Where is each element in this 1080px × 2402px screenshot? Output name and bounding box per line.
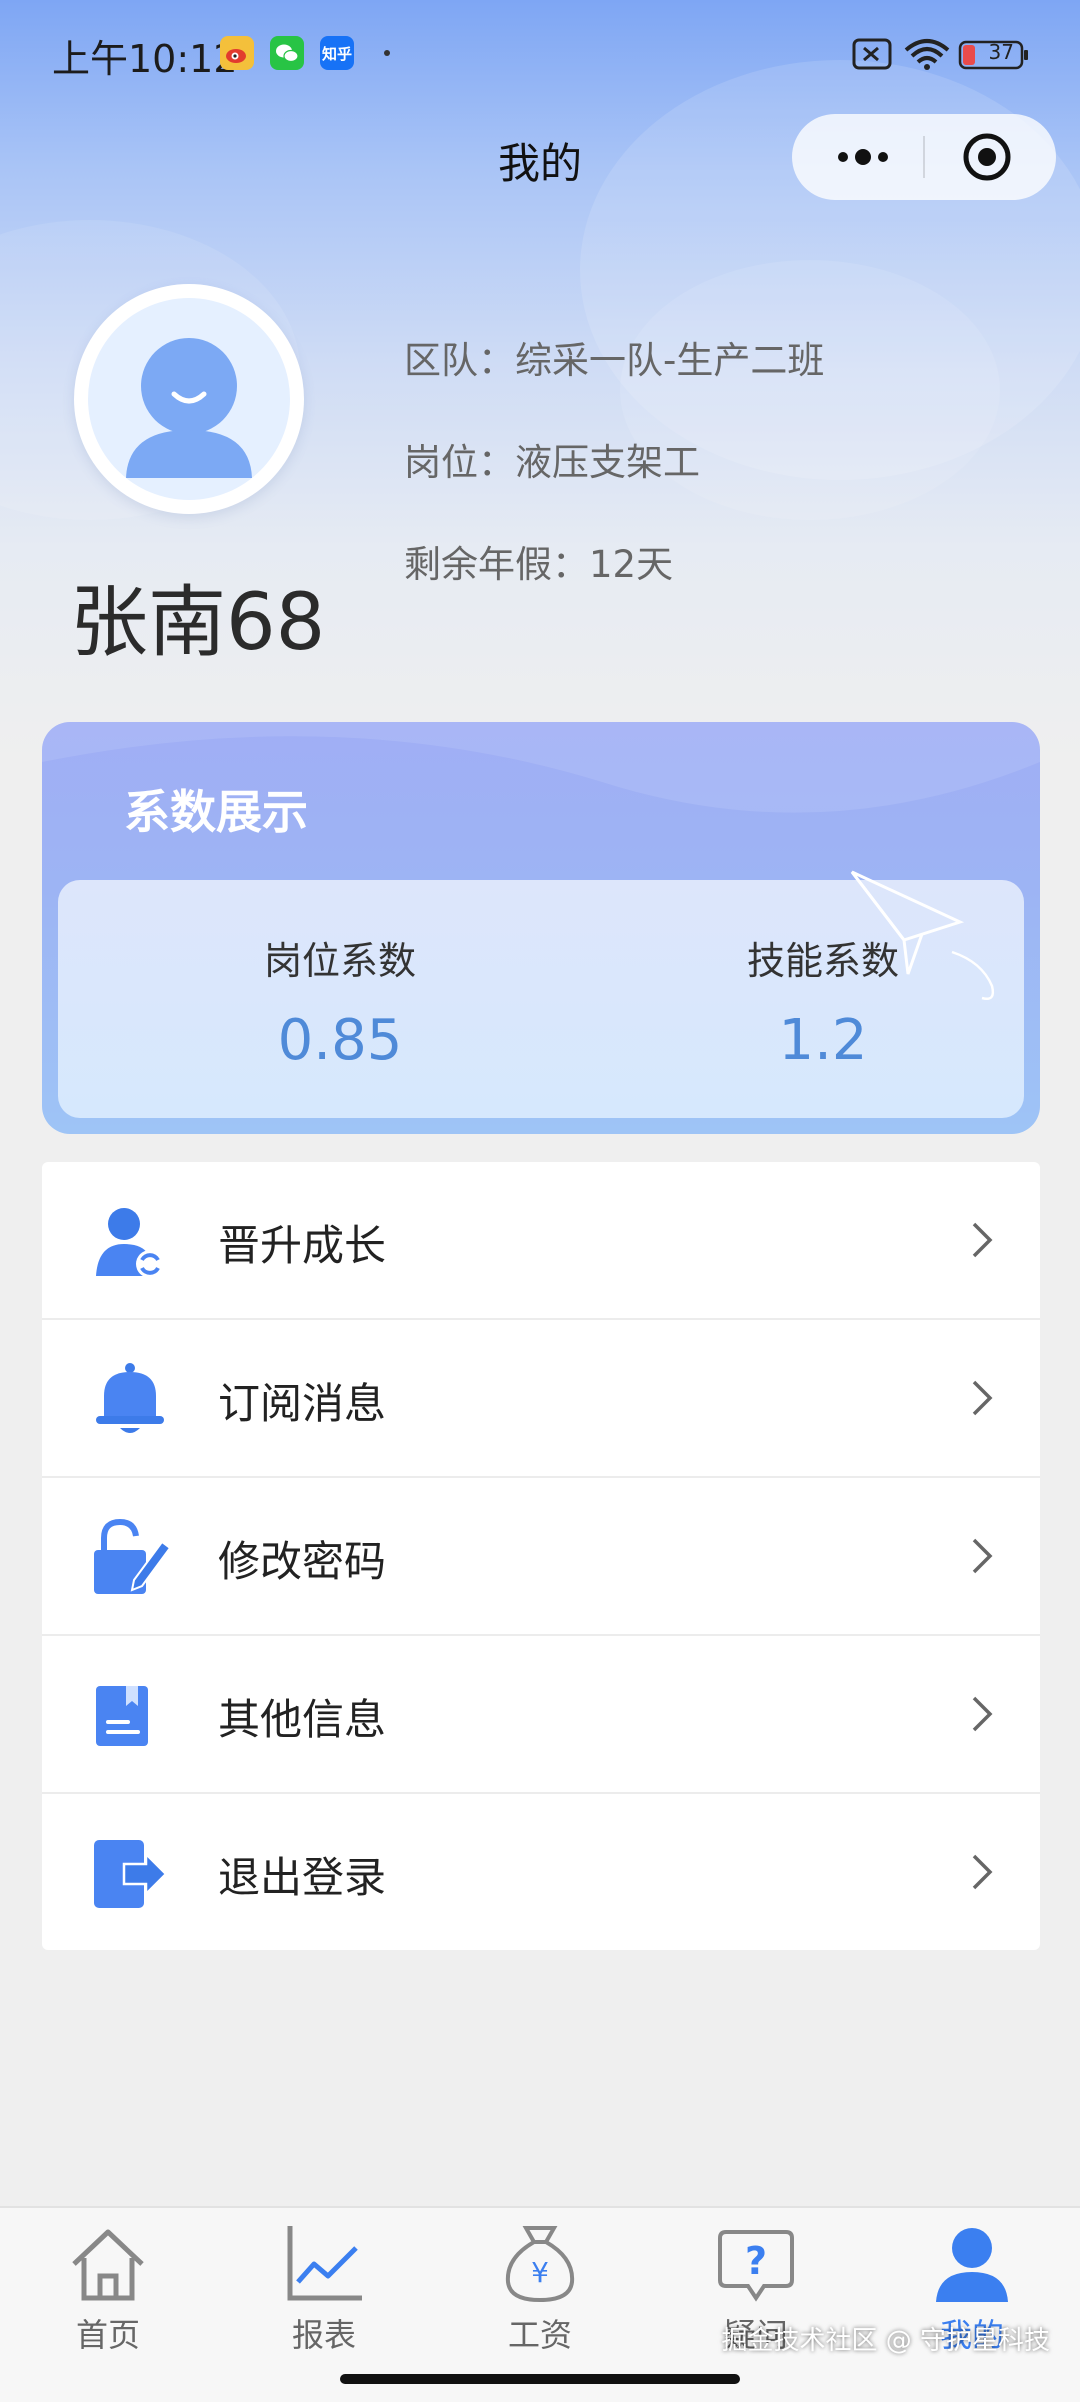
chevron-right-icon [972,1380,993,1416]
capsule-divider [923,136,925,178]
home-indicator[interactable] [340,2374,740,2384]
chevron-right-icon [972,1538,993,1574]
document-icon [96,1686,148,1746]
coefficient-card: 系数展示 岗位系数 0.85 技能系数 1.2 [42,722,1040,1134]
mini-program-capsule [792,114,1056,200]
bell-icon [96,1363,164,1433]
sim-off-icon [852,38,892,70]
weibo-icon [220,36,254,70]
status-time: 上午10:12 [52,37,238,81]
chevron-right-icon [972,1854,993,1890]
post-info: 岗位：液压支架工 [404,441,700,484]
unlock-edit-icon [94,1518,170,1594]
leave-info: 剩余年假：12天 [404,543,674,586]
menu-item-other-info[interactable]: 其他信息 [42,1636,1040,1794]
chevron-right-icon [972,1696,993,1732]
tab-report[interactable]: 报表 [254,2220,394,2370]
more-dots-icon[interactable] [820,134,906,180]
tab-bar: 首页 报表 ¥ 工资 ? 疑问 我的 [0,2206,1080,2402]
wechat-icon [270,36,304,70]
svg-text:?: ? [745,2239,767,2283]
skill-coefficient-value: 1.2 [778,1008,868,1073]
watermark: 掘金技术社区 @ 守护星科技 [721,2326,1050,2356]
post-coefficient-value: 0.85 [277,1008,403,1073]
menu-item-label: 晋升成长 [218,1221,387,1270]
logout-icon [94,1840,168,1908]
zhihu-icon-text: 知乎 [322,45,353,63]
svg-text:¥: ¥ [531,2256,549,2289]
user-name: 张南68 [70,578,326,668]
paper-plane-icon [850,870,995,1000]
menu-item-label: 其他信息 [218,1695,387,1744]
zhihu-icon: 知乎 [320,36,354,70]
menu-item-subscribe[interactable]: 订阅消息 [42,1320,1040,1478]
coefficient-title: 系数展示 [124,785,308,839]
avatar-image [88,298,290,500]
avatar[interactable] [74,284,304,514]
menu-item-logout[interactable]: 退出登录 [42,1794,1040,1950]
target-icon[interactable] [962,132,1012,182]
chevron-right-icon [972,1222,993,1258]
user-icon [936,2228,1008,2302]
team-info: 区队：综采一队-生产二班 [404,339,825,382]
battery-level: 37 [988,40,1014,64]
post-coefficient-label: 岗位系数 [263,939,416,983]
home-icon [72,2229,144,2301]
tab-label: 报表 [291,2316,356,2354]
tab-label: 首页 [75,2316,140,2354]
money-bag-icon: ¥ [505,2226,575,2303]
menu-list: 晋升成长 订阅消息 修改密码 其他信息 退出登录 [42,1162,1040,1950]
question-icon: ? [718,2230,794,2302]
tab-home[interactable]: 首页 [38,2220,178,2370]
menu-item-label: 退出登录 [218,1853,387,1902]
menu-item-label: 订阅消息 [218,1379,387,1428]
menu-item-promotion[interactable]: 晋升成长 [42,1162,1040,1320]
menu-item-label: 修改密码 [218,1537,387,1586]
notification-dot [384,50,390,56]
menu-item-change-password[interactable]: 修改密码 [42,1478,1040,1636]
tab-salary[interactable]: ¥ 工资 [470,2220,610,2370]
chart-icon [287,2226,362,2301]
user-growth-icon [96,1208,164,1278]
tab-label: 工资 [507,2316,572,2354]
wifi-icon [904,39,950,70]
status-bar: 上午10:12 知乎 37 [0,0,1080,110]
